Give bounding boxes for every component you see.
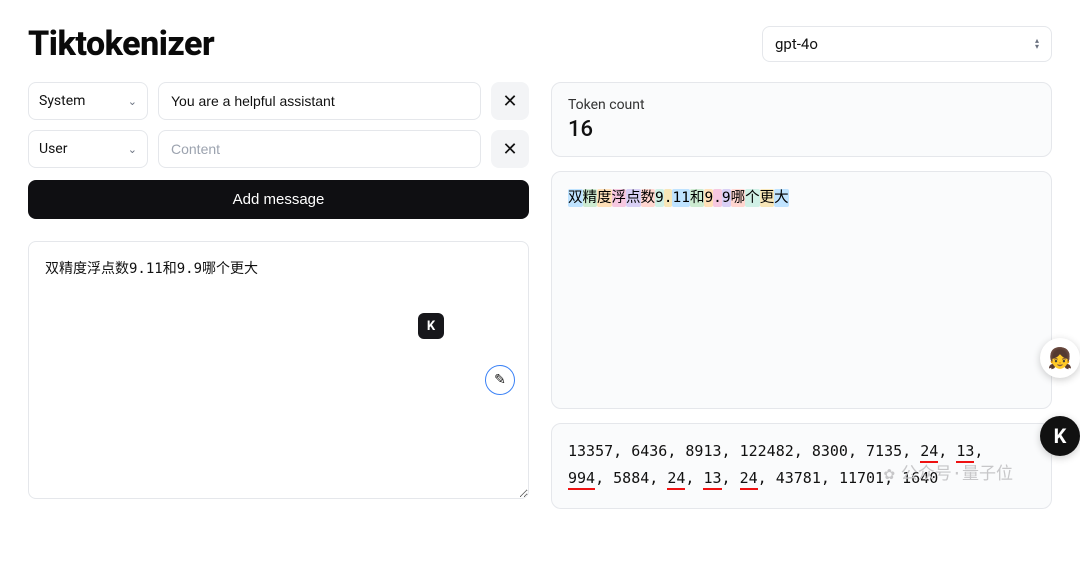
token-id: 24 [920,442,938,463]
kimi-float-label: K [1054,424,1067,448]
token-visualization: 双精度浮点数9.11和9.9哪个更大 [568,186,1035,207]
chevron-down-icon: ⌄ [128,95,137,108]
token-count-value: 16 [568,117,1035,142]
viz-token: 浮 [612,189,627,207]
viz-token: 大 [774,189,789,207]
viz-token: 9 [722,189,731,207]
token-id: 43781 [776,469,821,487]
viz-token: 度 [597,189,612,207]
viz-token: 点 [626,189,641,207]
page-title: Tiktokenizer [28,24,214,64]
message-content-input[interactable] [158,130,481,168]
raw-text-input[interactable] [28,241,529,499]
viz-token: 和 [690,189,705,207]
viz-token: 9 [704,189,713,207]
message-row: User ⌄ ✕ [28,130,529,168]
message-content-input[interactable] [158,82,481,120]
viz-token: 数 [641,189,656,207]
token-ids-card: 13357, 6436, 8913, 122482, 8300, 7135, 2… [551,423,1052,509]
token-id: 6436 [631,442,667,460]
assistant-avatar-float[interactable]: 👧 [1040,338,1080,378]
magic-wand-button[interactable]: ✎ [485,365,515,395]
role-select-user[interactable]: User ⌄ [28,130,148,168]
token-id: 994 [568,469,595,490]
viz-token: . [713,189,722,207]
token-count-card: Token count 16 [551,82,1052,157]
token-id: 24 [667,469,685,490]
viz-token: 9 [655,189,664,207]
add-message-button[interactable]: Add message [28,180,529,219]
close-icon: ✕ [502,139,517,160]
token-id: 11701 [839,469,884,487]
kimi-badge[interactable]: K [418,313,444,339]
token-id: 13 [703,469,721,490]
token-ids-list: 13357, 6436, 8913, 122482, 8300, 7135, 2… [568,438,1035,492]
role-select-value: System [39,93,85,109]
token-count-label: Token count [568,97,1035,113]
token-id: 24 [740,469,758,490]
remove-message-button[interactable]: ✕ [491,130,529,168]
kimi-badge-label: K [427,319,435,334]
role-select-value: User [39,141,67,157]
token-id: 5884 [613,469,649,487]
remove-message-button[interactable]: ✕ [491,82,529,120]
model-select[interactable]: gpt-4o ▴▾ [762,26,1052,62]
viz-token: 双 [568,189,583,207]
viz-token: 11 [672,189,689,207]
token-id: 8913 [685,442,721,460]
token-id: 13357 [568,442,613,460]
token-id: 122482 [740,442,794,460]
viz-token: 哪 [731,189,746,207]
token-id: 7135 [866,442,902,460]
chevron-down-icon: ⌄ [128,143,137,156]
model-select-value: gpt-4o [775,35,818,53]
avatar-icon: 👧 [1048,346,1073,370]
token-id: 13 [956,442,974,463]
token-id: 1640 [902,469,938,487]
viz-token: 更 [760,189,775,207]
token-id: 8300 [812,442,848,460]
token-visualization-card: 双精度浮点数9.11和9.9哪个更大 [551,171,1052,409]
wand-icon: ✎ [494,372,506,388]
role-select-system[interactable]: System ⌄ [28,82,148,120]
viz-token: 个 [745,189,760,207]
kimi-float-button[interactable]: K [1040,416,1080,456]
message-row: System ⌄ ✕ [28,82,529,120]
close-icon: ✕ [502,91,517,112]
viz-token: 精 [583,189,598,207]
updown-icon: ▴▾ [1035,38,1039,50]
